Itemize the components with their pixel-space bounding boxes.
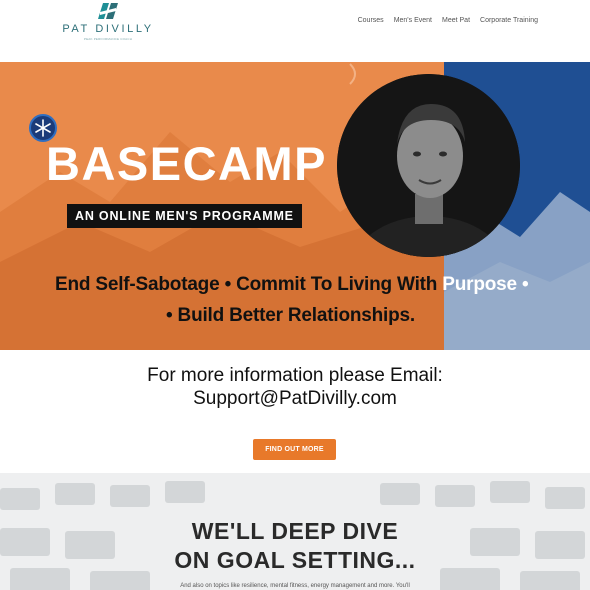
tagline-relationships: Build Better Relationships. (177, 305, 416, 326)
contact-email[interactable]: Support@PatDivilly.com (0, 387, 590, 410)
goal-setting-section: WE'LL DEEP DIVE ON GOAL SETTING... And a… (0, 473, 590, 590)
section-title-line-1: WE'LL DEEP DIVE (191, 518, 399, 544)
contact-info: For more information please Email: Suppo… (0, 364, 590, 410)
hero-subtitle: AN ONLINE MEN'S PROGRAMME (67, 204, 302, 228)
tagline-bullet: • (224, 274, 232, 295)
contact-prompt: For more information please Email: (147, 365, 443, 386)
tagline-purpose: Purpose (442, 274, 517, 295)
tagline-commit: Commit To Living With (236, 274, 438, 295)
find-out-more-button[interactable]: FIND OUT MORE (253, 439, 336, 460)
tagline-end-self-sabotage: End Self-Sabotage (55, 274, 220, 295)
nav-courses[interactable]: Courses (358, 17, 384, 24)
section-body: And also on topics like resilience, ment… (180, 583, 410, 589)
section-title: WE'LL DEEP DIVE ON GOAL SETTING... (0, 517, 590, 575)
section-title-line-2: ON GOAL SETTING... (174, 547, 416, 573)
nav-meet-pat[interactable]: Meet Pat (442, 17, 470, 24)
nav-mens-event[interactable]: Men's Event (394, 17, 432, 24)
main-nav: Courses Men's Event Meet Pat Corporate T… (358, 17, 538, 24)
logo-name: PAT DIVILLY (62, 23, 154, 35)
site-logo[interactable]: PAT DIVILLY PEAK PERFORMANCE COACH (60, 3, 156, 45)
logo-tagline: PEAK PERFORMANCE COACH (83, 37, 133, 41)
hero-tagline-1: End Self-Sabotage • Commit To Living Wit… (55, 274, 529, 296)
nav-corporate-training[interactable]: Corporate Training (480, 17, 538, 24)
hero-banner: BASECAMP AN ONLINE MEN'S PROGRAMME End S… (0, 62, 590, 350)
hero-tagline-2: • Build Better Relationships. (166, 305, 415, 327)
tagline-bullet: • (166, 305, 173, 326)
site-header: PAT DIVILLY PEAK PERFORMANCE COACH Cours… (0, 0, 590, 62)
logo-mark-icon (98, 3, 118, 19)
tagline-bullet: • (522, 274, 529, 295)
coach-portrait (337, 74, 520, 257)
hero-title: BASECAMP (46, 137, 327, 190)
page: PAT DIVILLY PEAK PERFORMANCE COACH Cours… (0, 0, 590, 590)
